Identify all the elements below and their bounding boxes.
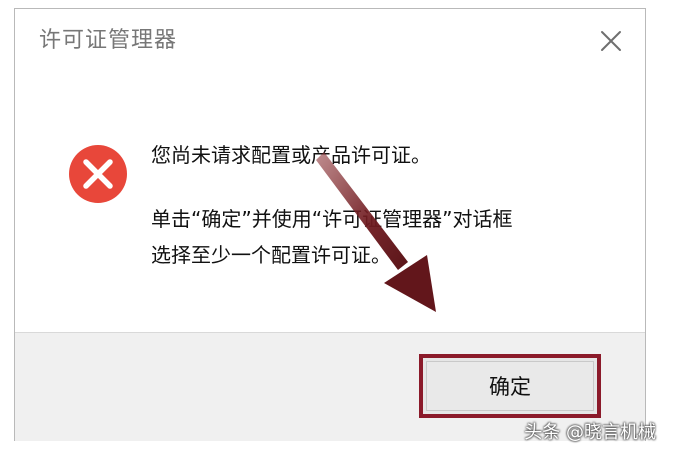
screenshot-stage: 许可证管理器 您尚未请求配置或产品许可证。 单击“确定”并使用“许可证管理器”对…: [0, 0, 674, 450]
error-icon: [67, 143, 129, 205]
message-line-2: 单击“确定”并使用“许可证管理器”对话框: [151, 207, 513, 231]
message-line-3: 选择至少一个配置许可证。: [151, 243, 391, 267]
message-area: 您尚未请求配置或产品许可证。 单击“确定”并使用“许可证管理器”对话框 选择至少…: [15, 73, 645, 333]
ok-button[interactable]: 确定: [419, 354, 601, 418]
close-button[interactable]: [595, 27, 627, 59]
close-icon: [599, 29, 623, 57]
watermark: 头条 @晓言机械: [524, 422, 656, 443]
title-bar: 许可证管理器: [15, 9, 645, 73]
message-line-1: 您尚未请求配置或产品许可证。: [151, 143, 431, 167]
license-manager-dialog: 许可证管理器 您尚未请求配置或产品许可证。 单击“确定”并使用“许可证管理器”对…: [14, 8, 646, 441]
ok-button-label: 确定: [489, 375, 531, 399]
dialog-title: 许可证管理器: [39, 28, 178, 53]
